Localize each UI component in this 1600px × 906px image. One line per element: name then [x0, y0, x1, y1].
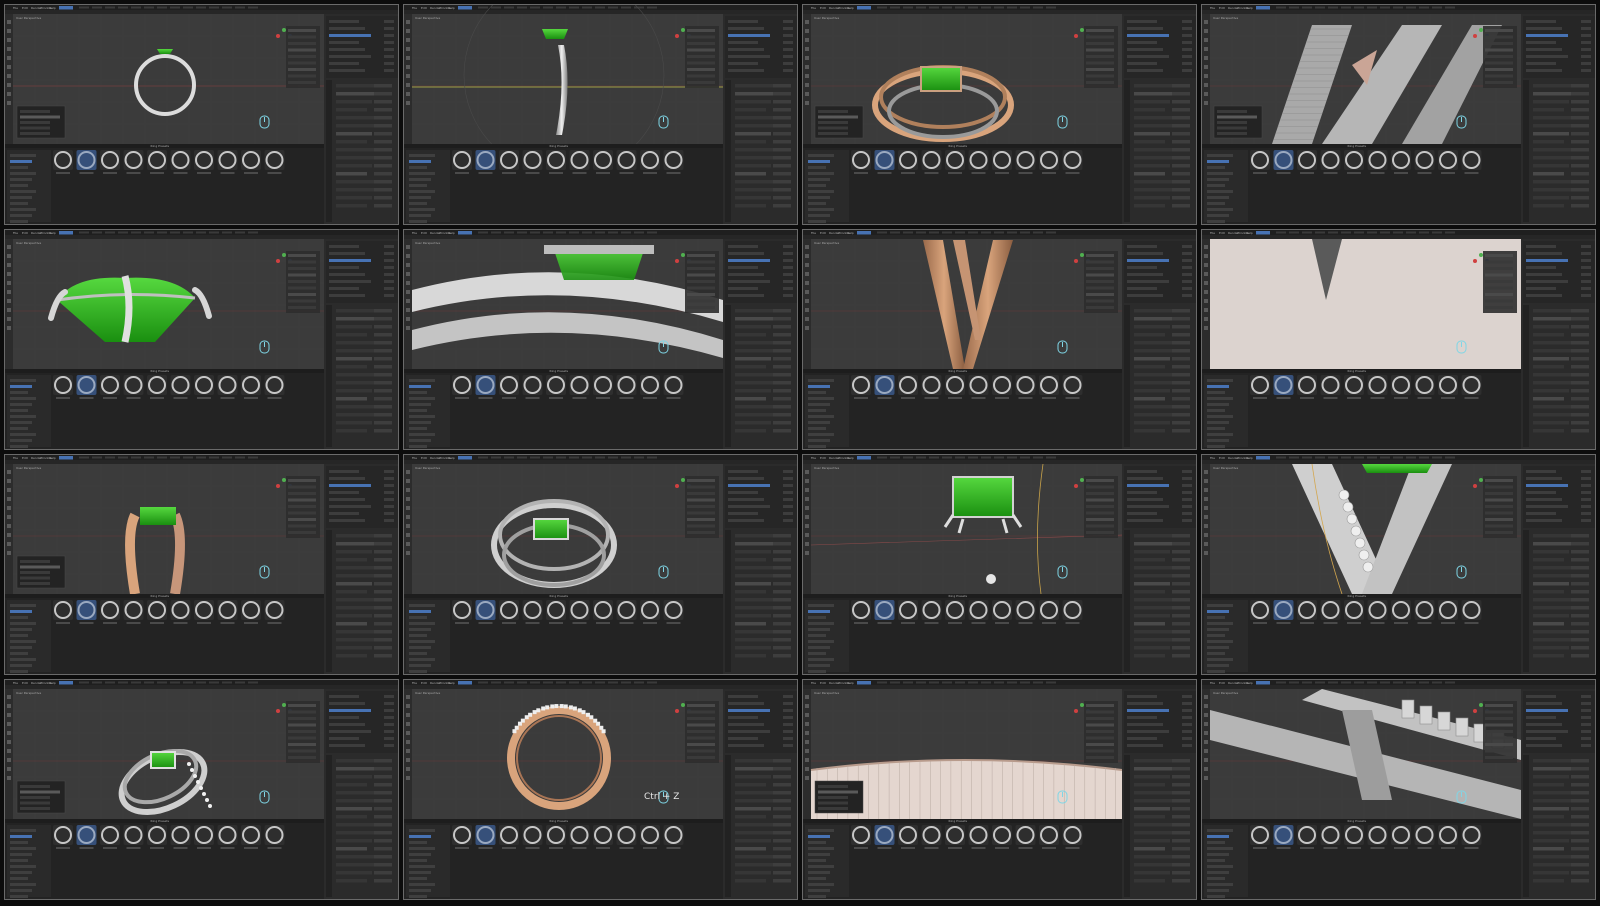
frame-2[interactable]: File Edit Render Window Help User Perspective… [403, 4, 798, 225]
svg-text:User Perspective: User Perspective [16, 16, 41, 20]
svg-text:Help: Help [49, 6, 56, 10]
svg-text:File: File [412, 6, 417, 10]
svg-text:User Perspective: User Perspective [415, 241, 440, 245]
frame-10[interactable]: File Edit Render Window Help User Perspective… [403, 454, 798, 675]
svg-text:Help: Help [448, 231, 455, 235]
svg-text:Edit: Edit [421, 456, 428, 460]
svg-text:User Perspective: User Perspective [814, 241, 839, 245]
shortcut-caption: Ctrl + Z [644, 792, 680, 802]
svg-text:Edit: Edit [1219, 456, 1226, 460]
svg-text:Ring Presets: Ring Presets [1348, 144, 1367, 148]
svg-text:Help: Help [847, 456, 854, 460]
svg-text:Edit: Edit [1219, 681, 1226, 685]
svg-text:User Perspective: User Perspective [814, 691, 839, 695]
svg-text:Help: Help [448, 6, 455, 10]
svg-text:Help: Help [448, 681, 455, 685]
svg-text:File: File [1210, 231, 1215, 235]
frame-15[interactable]: File Edit Render Window Help User Perspective… [802, 679, 1197, 900]
frame-9[interactable]: File Edit Render Window Help User Perspective… [4, 454, 399, 675]
svg-text:Help: Help [847, 681, 854, 685]
svg-text:User Perspective: User Perspective [814, 466, 839, 470]
svg-text:Ring Presets: Ring Presets [550, 144, 569, 148]
svg-text:User Perspective: User Perspective [1213, 691, 1238, 695]
frame-13[interactable]: File Edit Render Window Help User Perspective… [4, 679, 399, 900]
svg-text:File: File [13, 231, 18, 235]
svg-text:Edit: Edit [421, 231, 428, 235]
svg-text:Ring Presets: Ring Presets [949, 369, 968, 373]
svg-text:Help: Help [847, 231, 854, 235]
svg-text:Edit: Edit [22, 456, 29, 460]
svg-text:Edit: Edit [820, 6, 827, 10]
svg-text:File: File [1210, 456, 1215, 460]
svg-text:Help: Help [49, 681, 56, 685]
svg-text:Help: Help [49, 231, 56, 235]
screenshot-grid: File Edit Render Window Help User Perspective… [0, 0, 1600, 906]
svg-text:File: File [1210, 681, 1215, 685]
frame-1[interactable]: File Edit Render Window Help User Perspective… [4, 4, 399, 225]
svg-text:Help: Help [1246, 681, 1253, 685]
svg-text:File: File [811, 456, 816, 460]
svg-text:Help: Help [1246, 6, 1253, 10]
svg-text:Ring Presets: Ring Presets [550, 819, 569, 823]
svg-text:Help: Help [49, 456, 56, 460]
svg-text:Ring Presets: Ring Presets [1348, 594, 1367, 598]
frame-7[interactable]: File Edit Render Window Help User Perspective… [802, 229, 1197, 450]
svg-text:Edit: Edit [820, 231, 827, 235]
svg-text:Ring Presets: Ring Presets [949, 144, 968, 148]
svg-text:Edit: Edit [421, 6, 428, 10]
svg-text:Ring Presets: Ring Presets [949, 594, 968, 598]
svg-text:Ring Presets: Ring Presets [151, 594, 170, 598]
svg-text:Ring Presets: Ring Presets [151, 369, 170, 373]
svg-text:Edit: Edit [421, 681, 428, 685]
svg-text:File: File [811, 681, 816, 685]
svg-text:Edit: Edit [1219, 231, 1226, 235]
svg-text:File: File [811, 6, 816, 10]
svg-text:Help: Help [448, 456, 455, 460]
svg-text:Ring Presets: Ring Presets [949, 819, 968, 823]
svg-text:User Perspective: User Perspective [415, 466, 440, 470]
svg-text:User Perspective: User Perspective [415, 16, 440, 20]
svg-text:Help: Help [1246, 456, 1253, 460]
svg-text:File: File [13, 681, 18, 685]
svg-text:User Perspective: User Perspective [1213, 466, 1238, 470]
svg-text:Ring Presets: Ring Presets [550, 369, 569, 373]
svg-text:File: File [13, 456, 18, 460]
svg-text:Edit: Edit [22, 231, 29, 235]
frame-8[interactable]: FileEditRenderWindowHelpUser Perspective… [1201, 229, 1596, 450]
svg-text:Help: Help [847, 6, 854, 10]
svg-text:User Perspective: User Perspective [814, 16, 839, 20]
frame-14[interactable]: File Edit Render Window Help User Perspective… [403, 679, 798, 900]
svg-text:Edit: Edit [820, 681, 827, 685]
frame-3[interactable]: File Edit Render Window Help User Perspective… [802, 4, 1197, 225]
svg-text:Edit: Edit [1219, 6, 1226, 10]
svg-text:Ring Presets: Ring Presets [151, 144, 170, 148]
svg-text:User Perspective: User Perspective [16, 241, 41, 245]
frame-6[interactable]: File Edit Render Window Help User Perspective… [403, 229, 798, 450]
svg-text:User Perspective: User Perspective [1213, 16, 1238, 20]
svg-text:Edit: Edit [22, 681, 29, 685]
svg-text:File: File [13, 6, 18, 10]
svg-text:Ring Presets: Ring Presets [1348, 369, 1367, 373]
svg-text:Ring Presets: Ring Presets [550, 594, 569, 598]
frame-5[interactable]: File Edit Render Window Help User Perspective… [4, 229, 399, 450]
frame-11[interactable]: File Edit Render Window Help User Perspective… [802, 454, 1197, 675]
svg-text:User Perspective: User Perspective [16, 691, 41, 695]
svg-text:File: File [811, 231, 816, 235]
svg-text:User Perspective: User Perspective [16, 466, 41, 470]
svg-text:File: File [1210, 6, 1215, 10]
svg-text:Edit: Edit [820, 456, 827, 460]
svg-text:File: File [412, 456, 417, 460]
svg-text:Ring Presets: Ring Presets [1348, 819, 1367, 823]
frame-16[interactable]: File Edit Render Window Help User Perspective… [1201, 679, 1596, 900]
svg-text:User Perspective: User Perspective [415, 691, 440, 695]
svg-text:Help: Help [1246, 231, 1253, 235]
frame-4[interactable]: File Edit Render Window Help User Perspective… [1201, 4, 1596, 225]
frame-12[interactable]: File Edit Render Window Help User Perspective… [1201, 454, 1596, 675]
svg-text:File: File [412, 231, 417, 235]
svg-text:Edit: Edit [22, 6, 29, 10]
svg-text:File: File [412, 681, 417, 685]
svg-text:Ring Presets: Ring Presets [151, 819, 170, 823]
